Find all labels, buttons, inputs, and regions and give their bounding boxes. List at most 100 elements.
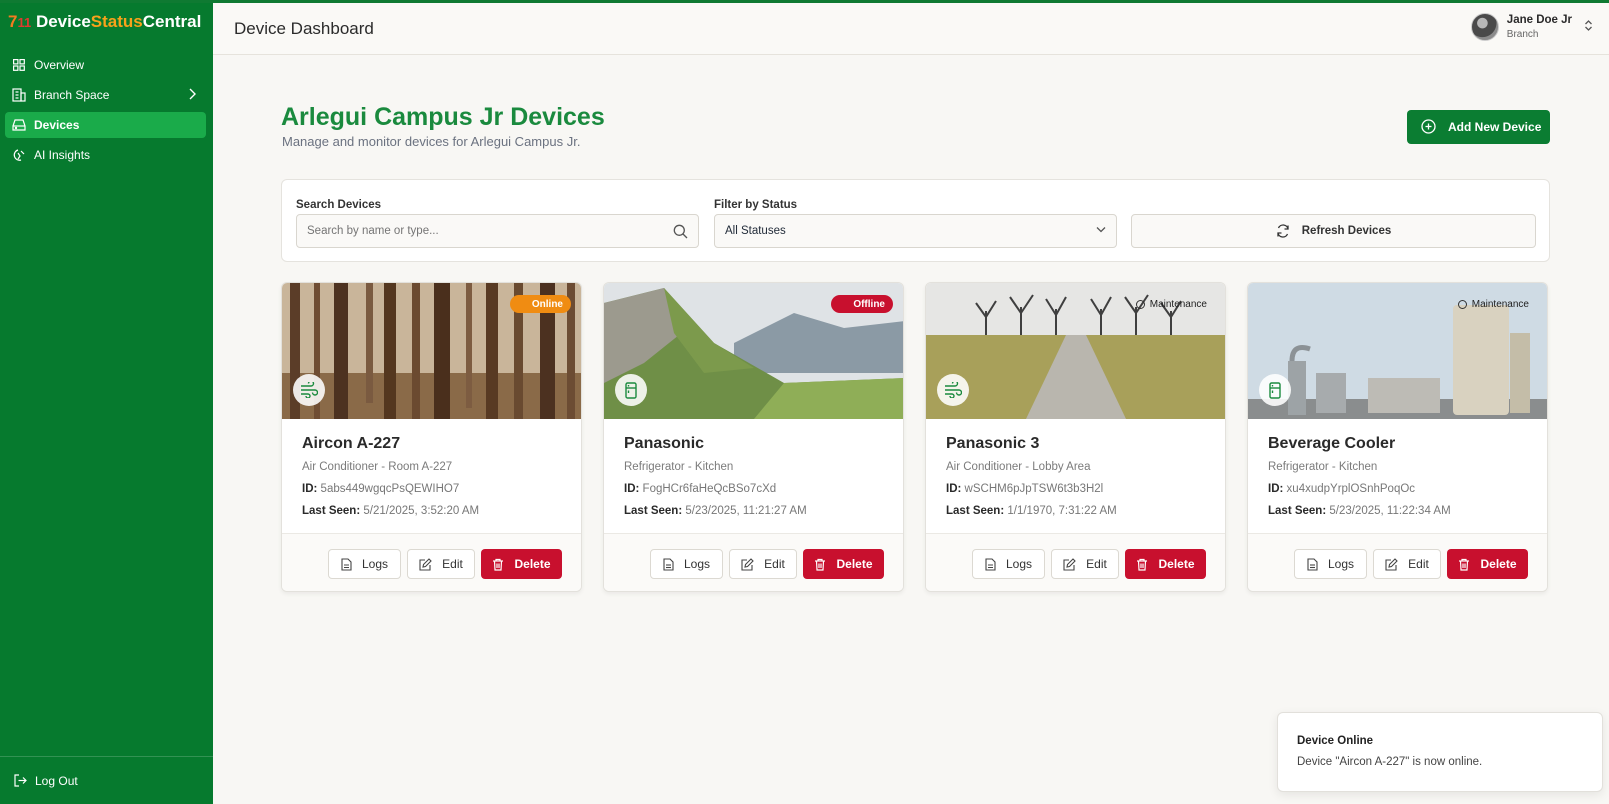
trash-icon <box>814 558 826 571</box>
edit-label: Edit <box>764 557 785 571</box>
logs-button[interactable]: Logs <box>972 549 1045 579</box>
delete-button[interactable]: Delete <box>1447 549 1528 579</box>
device-last-seen: Last Seen: 5/23/2025, 11:22:34 AM <box>1268 505 1451 517</box>
sidebar-divider <box>0 756 213 757</box>
logs-label: Logs <box>683 557 711 571</box>
device-id-value: wSCHM6pJpTSW6t3b3H2l <box>964 483 1104 495</box>
sidebar-item-label: Branch Space <box>34 88 110 102</box>
device-last-seen: Last Seen: 5/23/2025, 11:21:27 AM <box>624 505 807 517</box>
status-badge: Online <box>509 295 571 313</box>
chevron-up-down-icon <box>1584 19 1593 35</box>
status-filter-value: All Statuses <box>725 225 786 237</box>
search-icon[interactable] <box>673 224 688 239</box>
delete-label: Delete <box>1480 557 1517 571</box>
fridge-icon <box>615 374 647 406</box>
sidebar-item-overview[interactable]: Overview <box>5 52 206 78</box>
card-actions: Logs Edit Delete <box>604 533 903 591</box>
edit-button[interactable]: Edit <box>1373 549 1441 579</box>
sidebar-item-branch-space[interactable]: Branch Space <box>5 82 206 108</box>
sidebar-item-devices[interactable]: Devices <box>5 112 206 138</box>
card-actions: Logs Edit Delete <box>282 533 581 591</box>
last-seen-value: 5/21/2025, 3:52:20 AM <box>363 505 480 517</box>
search-label: Search Devices <box>296 199 382 211</box>
device-id-label: ID: <box>946 483 962 495</box>
fridge-icon <box>1259 374 1291 406</box>
logs-label: Logs <box>1005 557 1033 571</box>
edit-label: Edit <box>1086 557 1107 571</box>
user-info: Jane Doe Jr Branch <box>1507 14 1572 40</box>
last-seen-value: 1/1/1970, 7:31:22 AM <box>1007 505 1117 517</box>
sidebar-nav: Overview Branch Space Devices AI Insight… <box>5 52 206 172</box>
status-badge-label: Maintenance <box>1149 298 1207 310</box>
insights-icon <box>12 148 26 162</box>
page-subtitle: Manage and monitor devices for Arlegui C… <box>282 134 581 149</box>
user-menu[interactable]: Jane Doe Jr Branch <box>1470 13 1593 41</box>
brand-logo[interactable]: 711 DeviceStatusCentral <box>8 12 201 32</box>
user-name: Jane Doe Jr <box>1506 14 1572 26</box>
device-id: ID: wSCHM6pJpTSW6t3b3H2l <box>946 483 1103 495</box>
status-badge-label: Maintenance <box>1471 298 1529 310</box>
top-header: Device Dashboard Jane Doe Jr Branch <box>213 3 1609 55</box>
chevron-right-icon <box>188 88 196 103</box>
refresh-devices-button[interactable]: Refresh Devices <box>1131 214 1536 248</box>
document-icon <box>663 557 674 571</box>
delete-label: Delete <box>836 557 873 571</box>
toast-notification[interactable]: Device Online Device "Aircon A-227" is n… <box>1277 712 1603 792</box>
maintenance-ring-icon <box>1135 299 1145 309</box>
sidebar-item-ai-insights[interactable]: AI Insights <box>5 142 206 168</box>
page-title: Arlegui Campus Jr Devices <box>281 103 605 131</box>
trash-icon <box>1136 558 1148 571</box>
logs-label: Logs <box>361 557 389 571</box>
document-icon <box>1307 557 1318 571</box>
logs-button[interactable]: Logs <box>650 549 723 579</box>
last-seen-label: Last Seen: <box>302 505 361 517</box>
device-type: Air Conditioner - Lobby Area <box>946 461 1091 473</box>
card-actions: Logs Edit Delete <box>1248 533 1547 591</box>
last-seen-label: Last Seen: <box>946 505 1005 517</box>
search-input[interactable] <box>307 225 637 237</box>
device-id-value: 5abs449wgqcPsQEWIHO7 <box>320 483 460 495</box>
header-title: Device Dashboard <box>234 19 374 38</box>
plus-circle-icon <box>1421 119 1437 135</box>
edit-label: Edit <box>1408 557 1429 571</box>
device-id: ID: FogHCr6faHeQcBSo7cXd <box>624 483 776 495</box>
delete-button[interactable]: Delete <box>481 549 562 579</box>
trash-icon <box>492 558 504 571</box>
device-card[interactable]: Maintenance Beverage Cooler Refrigerator… <box>1247 282 1548 592</box>
device-last-seen: Last Seen: 5/21/2025, 3:52:20 AM <box>302 505 479 517</box>
chevron-down-icon <box>1096 226 1106 233</box>
delete-button[interactable]: Delete <box>1125 549 1206 579</box>
top-accent-line <box>0 0 1609 3</box>
add-new-device-button[interactable]: Add New Device <box>1407 110 1550 144</box>
logs-button[interactable]: Logs <box>328 549 401 579</box>
edit-button[interactable]: Edit <box>729 549 797 579</box>
device-type: Refrigerator - Kitchen <box>1268 461 1378 473</box>
edit-button[interactable]: Edit <box>407 549 475 579</box>
edit-button[interactable]: Edit <box>1051 549 1119 579</box>
card-actions: Logs Edit Delete <box>926 533 1225 591</box>
device-card[interactable]: Offline Panasonic Refrigerator - Kitchen… <box>603 282 904 592</box>
device-card[interactable]: Maintenance Panasonic 3 Air Conditioner … <box>925 282 1226 592</box>
device-type: Air Conditioner - Room A-227 <box>302 461 453 473</box>
status-badge: Maintenance <box>1457 295 1537 313</box>
logout-button[interactable]: Log Out <box>14 774 78 788</box>
status-badge: Offline <box>831 295 893 313</box>
last-seen-value: 5/23/2025, 11:22:34 AM <box>1329 505 1451 517</box>
device-id-label: ID: <box>302 483 318 495</box>
sidebar: 711 DeviceStatusCentral Overview Branch … <box>0 0 213 804</box>
logs-button[interactable]: Logs <box>1294 549 1367 579</box>
document-icon <box>341 557 352 571</box>
device-name: Panasonic <box>624 435 705 452</box>
filter-panel: Search Devices Filter by Status All Stat… <box>281 179 1550 262</box>
logs-label: Logs <box>1327 557 1355 571</box>
toast-title: Device Online <box>1297 735 1374 747</box>
status-filter-select[interactable]: All Statuses <box>714 214 1117 248</box>
device-card[interactable]: Online Aircon A-227 Air Conditioner - Ro… <box>281 282 582 592</box>
delete-button[interactable]: Delete <box>803 549 884 579</box>
toast-message: Device "Aircon A-227" is now online. <box>1297 756 1483 768</box>
edit-icon <box>1063 557 1076 571</box>
logout-label: Log Out <box>35 774 78 788</box>
search-field[interactable] <box>296 214 699 248</box>
building-icon <box>12 88 26 102</box>
edit-icon <box>741 557 754 571</box>
